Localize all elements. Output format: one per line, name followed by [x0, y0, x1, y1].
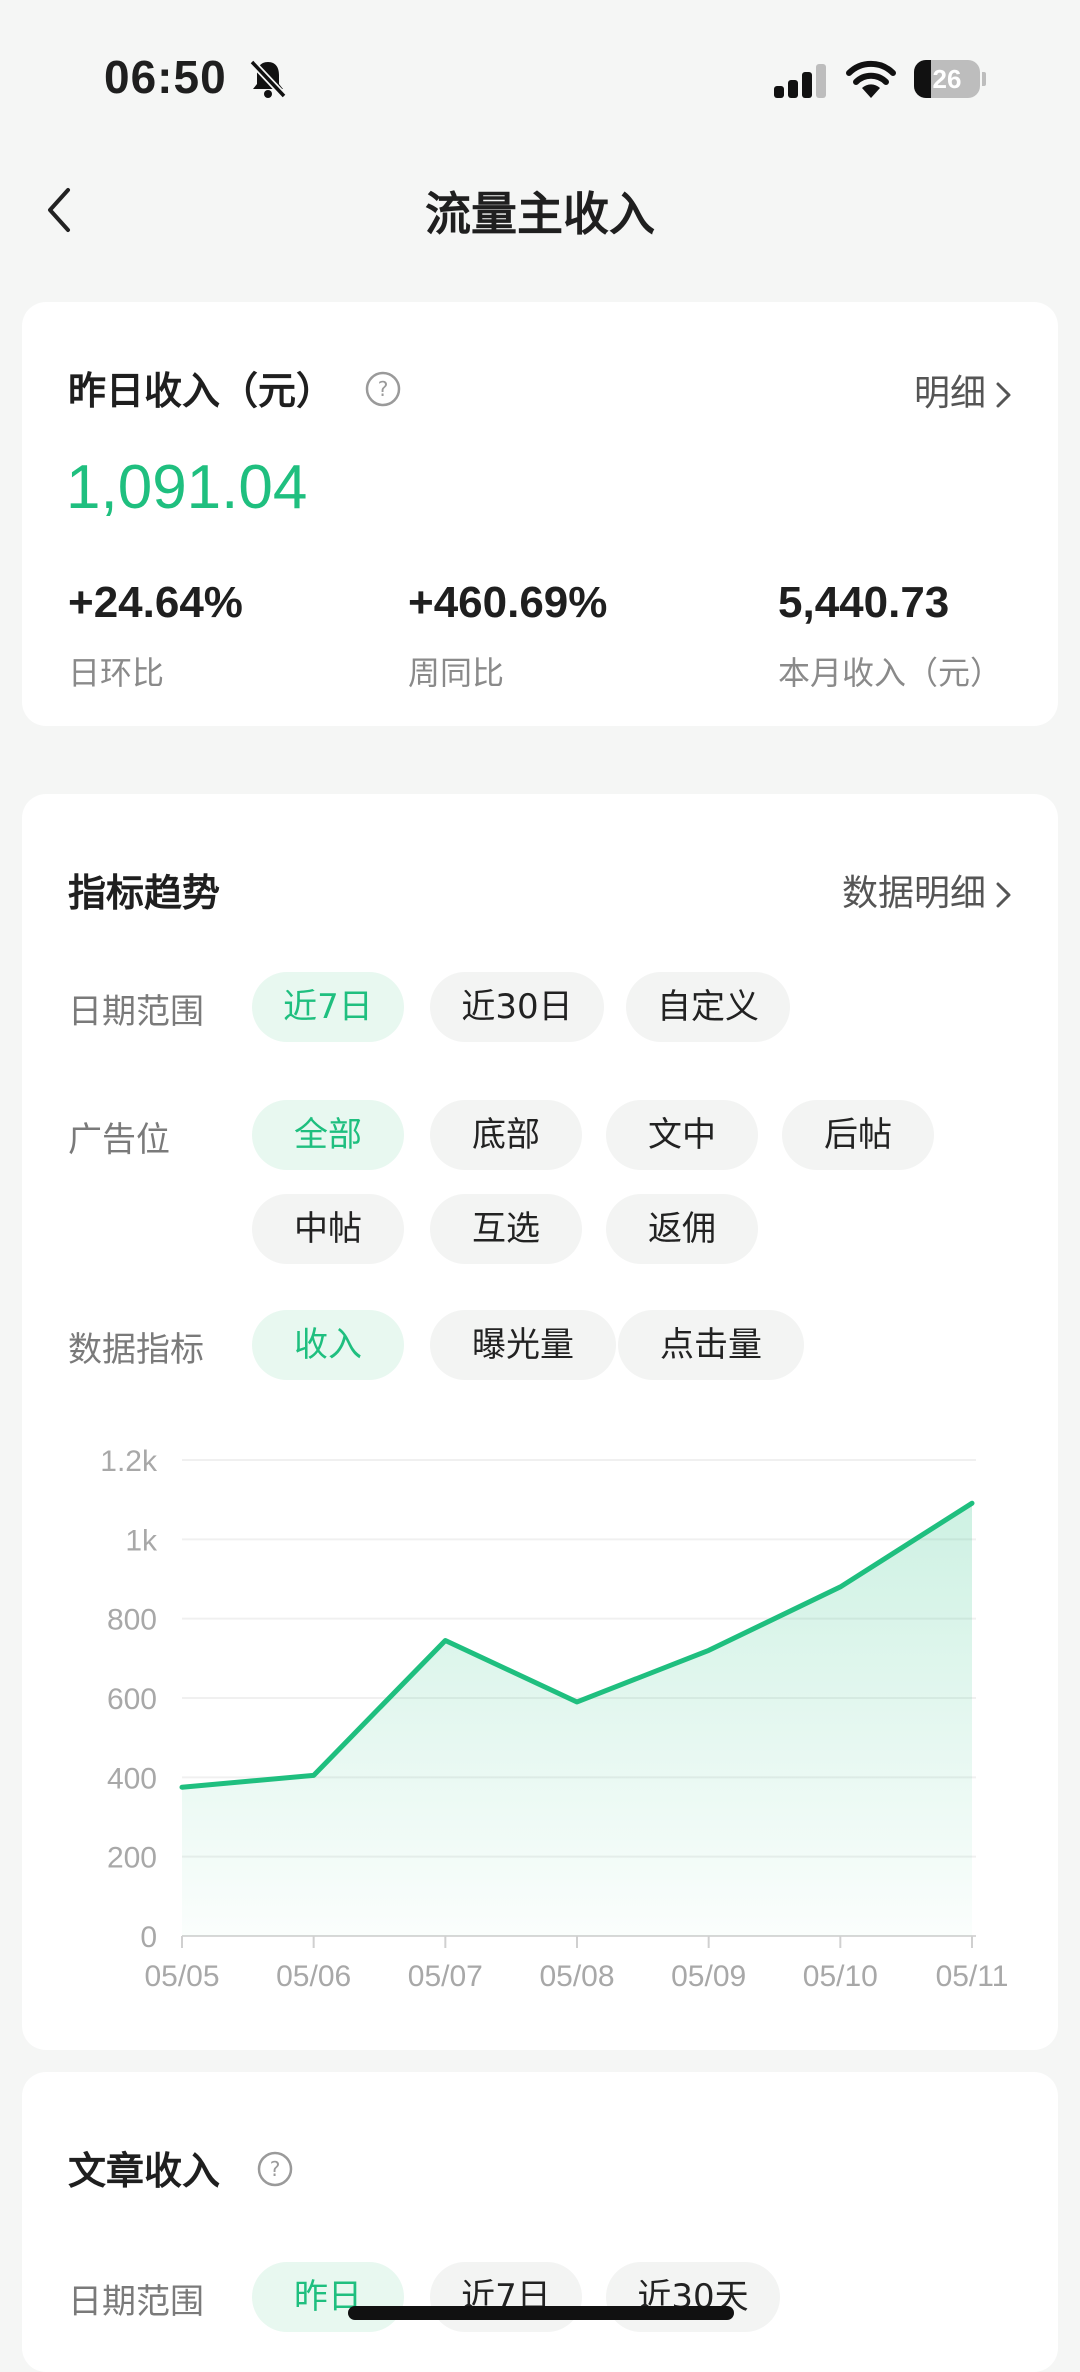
chart-area-fill [182, 1503, 972, 1936]
detail-link-label: 明细 [914, 373, 986, 414]
stat-value-month-income: 5,440.73 [778, 578, 949, 628]
battery-indicator: 26 [914, 60, 984, 98]
battery-percent: 26 [914, 60, 980, 98]
y-tick-label: 0 [140, 1921, 157, 1954]
x-tick-label: 05/08 [539, 1960, 614, 1993]
stat-value-week-over-week: +460.69% [408, 578, 607, 628]
x-tick-label: 05/06 [276, 1960, 351, 1993]
status-time: 06:50 [104, 50, 227, 104]
wifi-icon [846, 60, 896, 100]
yesterday-income-value: 1,091.04 [66, 452, 307, 523]
x-tick-label: 05/09 [671, 1960, 746, 1993]
stat-label-week-over-week: 周同比 [408, 648, 504, 694]
svg-text:?: ? [270, 2157, 281, 2181]
y-tick-label: 800 [107, 1604, 157, 1637]
y-tick-label: 1k [125, 1524, 158, 1557]
income-trend-chart: 0 200 400 600 800 1k 1.2k 05/05 05/06 05/07 05/08… [22, 794, 1058, 2050]
article-income-card: 文章收入 ? 日期范围 昨日 近7日 近30天 [22, 2072, 1058, 2372]
y-tick-label: 400 [107, 1762, 157, 1795]
status-bar: 06:50 26 [0, 0, 1080, 140]
article-date-range-label: 日期范围 [68, 2274, 204, 2323]
detail-link[interactable]: 明细 [914, 364, 1014, 416]
stat-label-month-income: 本月收入（元） [778, 648, 1002, 694]
x-tick-label: 05/10 [803, 1960, 878, 1993]
help-icon[interactable]: ? [256, 2150, 294, 2188]
page-title: 流量主收入 [0, 178, 1080, 244]
y-tick-label: 1.2k [100, 1445, 158, 1478]
x-tick-label: 05/05 [144, 1960, 219, 1993]
help-icon[interactable]: ? [364, 370, 402, 408]
bell-muted-icon [248, 58, 288, 100]
chip-article-7d[interactable]: 近7日 [430, 2262, 582, 2332]
income-summary-card: 昨日收入（元） ? 明细 1,091.04 +24.64% 日环比 +460.6… [22, 302, 1058, 726]
chip-article-30d[interactable]: 近30天 [606, 2262, 780, 2332]
stat-value-day-over-day: +24.64% [68, 578, 243, 628]
chip-article-yesterday[interactable]: 昨日 [252, 2262, 404, 2332]
navigation-bar: 流量主收入 [0, 150, 1080, 270]
chevron-right-icon [992, 380, 1014, 410]
home-indicator [348, 2306, 734, 2320]
stat-label-day-over-day: 日环比 [68, 648, 164, 694]
svg-text:?: ? [378, 377, 389, 401]
y-tick-label: 200 [107, 1842, 157, 1875]
yesterday-income-label: 昨日收入（元） [68, 360, 334, 415]
y-tick-label: 600 [107, 1683, 157, 1716]
cellular-signal-icon [774, 62, 830, 100]
article-income-title: 文章收入 [68, 2140, 220, 2195]
trend-card: 指标趋势 数据明细 日期范围 近7日 近30日 自定义 广告位 全部 底部 文中… [22, 794, 1058, 2050]
x-tick-label: 05/11 [936, 1960, 1009, 1993]
x-tick-label: 05/07 [408, 1960, 483, 1993]
